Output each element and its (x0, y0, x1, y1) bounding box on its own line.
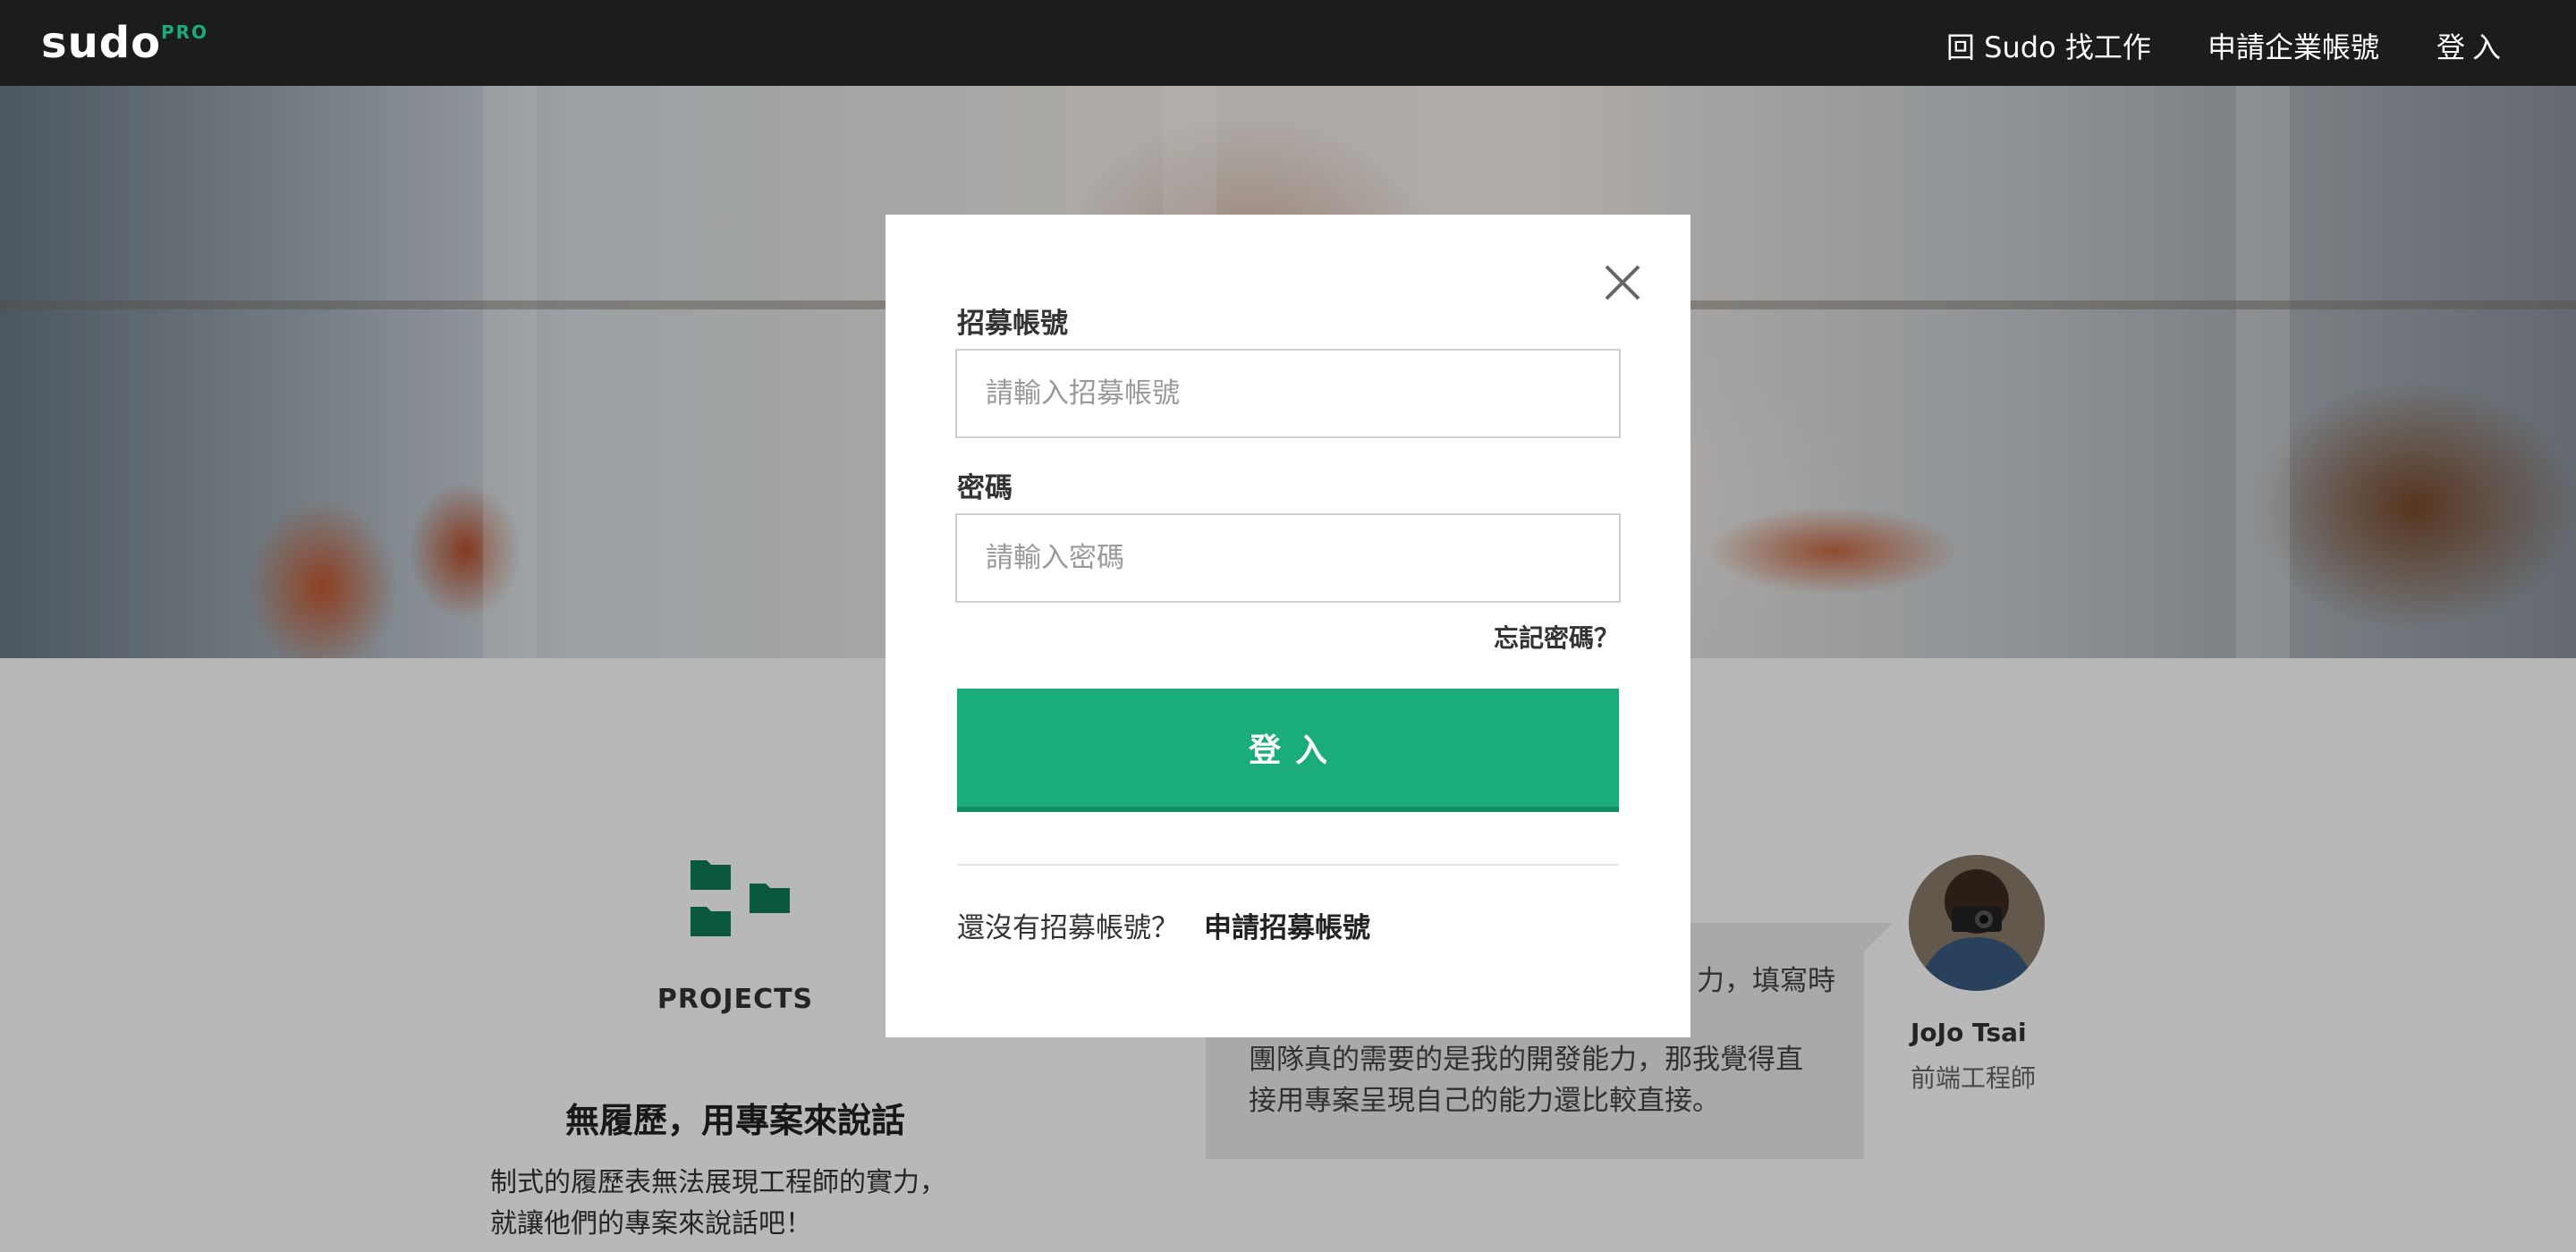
divider (957, 864, 1619, 866)
apply-recruit-account-link[interactable]: 申請招募帳號 (1204, 905, 1370, 945)
password-input[interactable] (955, 513, 1621, 603)
top-navbar: sudo PRO 回 Sudo 找工作 申請企業帳號 登入 (0, 0, 2576, 86)
login-button[interactable]: 登入 (957, 689, 1619, 812)
back-to-sudo-link[interactable]: 回 Sudo 找工作 (1946, 25, 2151, 66)
signup-prompt: 還沒有招募帳號？ (957, 912, 1179, 944)
forgot-password-link[interactable]: 忘記密碼？ (1494, 619, 1619, 655)
apply-enterprise-account-link[interactable]: 申請企業帳號 (2207, 25, 2379, 66)
sudo-logo[interactable]: sudo (41, 18, 161, 68)
close-icon[interactable] (1599, 259, 1646, 306)
login-modal: 招募帳號 密碼 忘記密碼？ 登入 還沒有招募帳號？ 申請招募帳號 (886, 215, 1690, 1037)
account-input[interactable] (955, 349, 1621, 438)
account-label: 招募帳號 (957, 308, 1068, 340)
nav-login-link[interactable]: 登入 (2436, 25, 2508, 66)
password-label: 密碼 (957, 472, 1013, 504)
pro-badge: PRO (161, 21, 209, 43)
